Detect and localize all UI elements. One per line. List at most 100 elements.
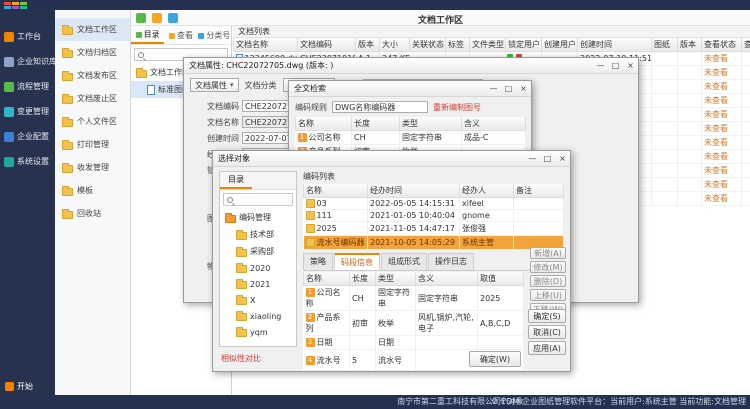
column-header[interactable]: 取值 [478, 272, 524, 286]
column-header[interactable]: 大小 [380, 38, 410, 52]
column-header[interactable]: 经办时间 [368, 184, 460, 198]
column-header[interactable]: 查看时间 [742, 38, 750, 52]
rule-input[interactable] [332, 101, 428, 113]
sidebar-item-workbench[interactable]: 工作台 [0, 24, 55, 49]
cancel-button[interactable]: 取消(C) [528, 325, 566, 339]
table-row[interactable]: 流水号编码器2021-10-05 14:05:29系统主管 [304, 236, 564, 250]
column-header[interactable]: 锁定用户 [506, 38, 542, 52]
folder-icon [62, 50, 73, 58]
column-header[interactable]: 长度 [352, 117, 400, 131]
tree-item-2021[interactable]: 2021 [220, 276, 296, 292]
apply-button[interactable]: 应用(A) [528, 341, 566, 355]
minimize-icon[interactable]: — [486, 81, 501, 96]
confirm-button[interactable]: 确定(S) [528, 309, 566, 323]
column-header[interactable]: 创建时间 [578, 38, 652, 52]
table-row[interactable]: 1公司名称CH固定字符串固定字符串2025 [304, 286, 524, 311]
column-header[interactable]: 版本 [356, 38, 380, 52]
tree-item-purchase-dept[interactable]: 采购部 [220, 243, 296, 260]
table-row[interactable]: 1公司名称CH固定字符串成品-C [296, 131, 526, 145]
column-header[interactable]: 文档编码 [298, 38, 356, 52]
nav-item-template[interactable]: 模板 [55, 179, 130, 202]
tab-segment-info[interactable]: 码段信息 [334, 253, 380, 270]
nav-item-doc-workspace[interactable]: 文档工作区 [55, 18, 130, 41]
column-header[interactable]: 类型 [376, 272, 416, 286]
column-header[interactable]: 图纸 [652, 38, 678, 52]
maximize-icon[interactable]: □ [540, 151, 555, 166]
nav-item-doc-archive[interactable]: 文档归档区 [55, 41, 130, 64]
column-header[interactable]: 含义 [416, 272, 478, 286]
add-button[interactable]: 新增(A) [530, 247, 566, 259]
tree-item-tech-dept[interactable]: 技术部 [220, 226, 296, 243]
sidebar-item-change[interactable]: 变更管理 [0, 99, 55, 124]
column-header[interactable]: 备注 [514, 184, 564, 198]
tab-strategy[interactable]: 策略 [303, 253, 333, 270]
column-header[interactable]: 创建用户 [542, 38, 578, 52]
dialog-title-bar[interactable]: 选择对象 — □ × [213, 151, 570, 167]
column-header[interactable]: 文档名称 [234, 38, 298, 52]
dialog-title: 文档属性: CHC22072705.dwg (版本: ) [189, 60, 333, 71]
tree-root-code-management[interactable]: 编码管理 [220, 209, 296, 226]
column-header[interactable]: 文件类型 [470, 38, 506, 52]
nav-label: 收发管理 [77, 162, 109, 173]
nav-item-doc-publish[interactable]: 文档发布区 [55, 64, 130, 87]
close-icon[interactable]: × [623, 58, 638, 73]
nav-item-print[interactable]: 打印管理 [55, 133, 130, 156]
code-list-table[interactable]: 名称经办时间经办人备注032022-05-05 14:15:31xifeel11… [303, 184, 564, 250]
tree-item-2020[interactable]: 2020 [220, 260, 296, 276]
code-search-box[interactable] [223, 193, 293, 206]
similarity-compare-link[interactable]: 相似性对比 [221, 353, 261, 364]
column-header[interactable]: 标签 [446, 38, 470, 52]
sidebar-item-settings[interactable]: 系统设置 [0, 149, 55, 174]
tab-view[interactable]: 查看 [164, 26, 197, 44]
tree-item-xiaoling[interactable]: xiaoling [220, 308, 296, 324]
table-row[interactable]: 1112021-01-05 10:40:04gnome [304, 210, 564, 222]
nav-item-doc-obsolete[interactable]: 文档废止区 [55, 87, 130, 110]
table-row[interactable]: 2产品系列初审枚举风机,锅炉,汽轮,电子A,B,C,D [304, 311, 524, 336]
column-header[interactable]: 经办人 [460, 184, 514, 198]
table-row[interactable]: 032022-05-05 14:15:31xifeel [304, 198, 564, 210]
dialog-title-bar[interactable]: 文档属性: CHC22072705.dwg (版本: ) — □ × [184, 58, 638, 74]
nav-item-dispatch[interactable]: 收发管理 [55, 156, 130, 179]
tab-classification[interactable]: 分类号 [198, 26, 231, 44]
column-header[interactable]: 版本 [678, 38, 702, 52]
nav-item-recycle[interactable]: 回收站 [55, 202, 130, 225]
column-header[interactable]: 关联状态 [410, 38, 446, 52]
table-row[interactable]: 3日期日期 [304, 336, 524, 350]
directory-icon [136, 32, 142, 38]
edit-button[interactable]: 修改(M) [530, 261, 566, 273]
tab-operation-log[interactable]: 操作日志 [428, 253, 474, 270]
close-icon[interactable]: × [555, 151, 570, 166]
tab-composition[interactable]: 组成形式 [381, 253, 427, 270]
code-search-input[interactable] [236, 195, 289, 204]
doc-properties-dropdown[interactable]: 文档属性▾ [190, 78, 239, 92]
maximize-icon[interactable]: □ [608, 58, 623, 73]
column-header[interactable]: 查看状态 [702, 38, 742, 52]
move-up-button[interactable]: 上移(U) [530, 289, 566, 301]
maximize-icon[interactable]: □ [501, 81, 516, 96]
delete-button[interactable]: 删除(D) [530, 275, 566, 287]
sidebar-item-config[interactable]: 企业配置 [0, 124, 55, 149]
column-header[interactable]: 长度 [350, 272, 376, 286]
sidebar-item-knowledge[interactable]: 企业知识库 [0, 49, 55, 74]
sidebar-item-process[interactable]: 流程管理 [0, 74, 55, 99]
column-header[interactable]: 类型 [400, 117, 462, 131]
recreate-code-link[interactable]: 重新编制图号 [433, 102, 481, 113]
tab-directory[interactable]: 目录 [220, 172, 252, 189]
close-icon[interactable]: × [516, 81, 531, 96]
nav-item-personal-files[interactable]: 个人文件区 [55, 110, 130, 133]
tree-item-yqm[interactable]: yqm [220, 324, 296, 340]
column-header[interactable]: 含义 [462, 117, 526, 131]
minimize-icon[interactable]: — [593, 58, 608, 73]
dialog-title-bar[interactable]: 全文检索 — □ × [289, 81, 531, 97]
column-header[interactable]: 名称 [304, 184, 368, 198]
table-row[interactable]: 20252021-11-05 14:47:17张俊强 [304, 222, 564, 236]
start-button[interactable]: 开始 [5, 381, 33, 392]
tab-directory[interactable]: 目录 [131, 26, 164, 44]
minimize-icon[interactable]: — [525, 151, 540, 166]
column-header[interactable]: 名称 [304, 272, 350, 286]
folder-icon [62, 96, 73, 104]
tree-item-x[interactable]: X [220, 292, 296, 308]
column-header[interactable]: 名称 [296, 117, 352, 131]
ok-button[interactable]: 确定(W) [469, 351, 521, 367]
code-item-icon [306, 211, 315, 220]
